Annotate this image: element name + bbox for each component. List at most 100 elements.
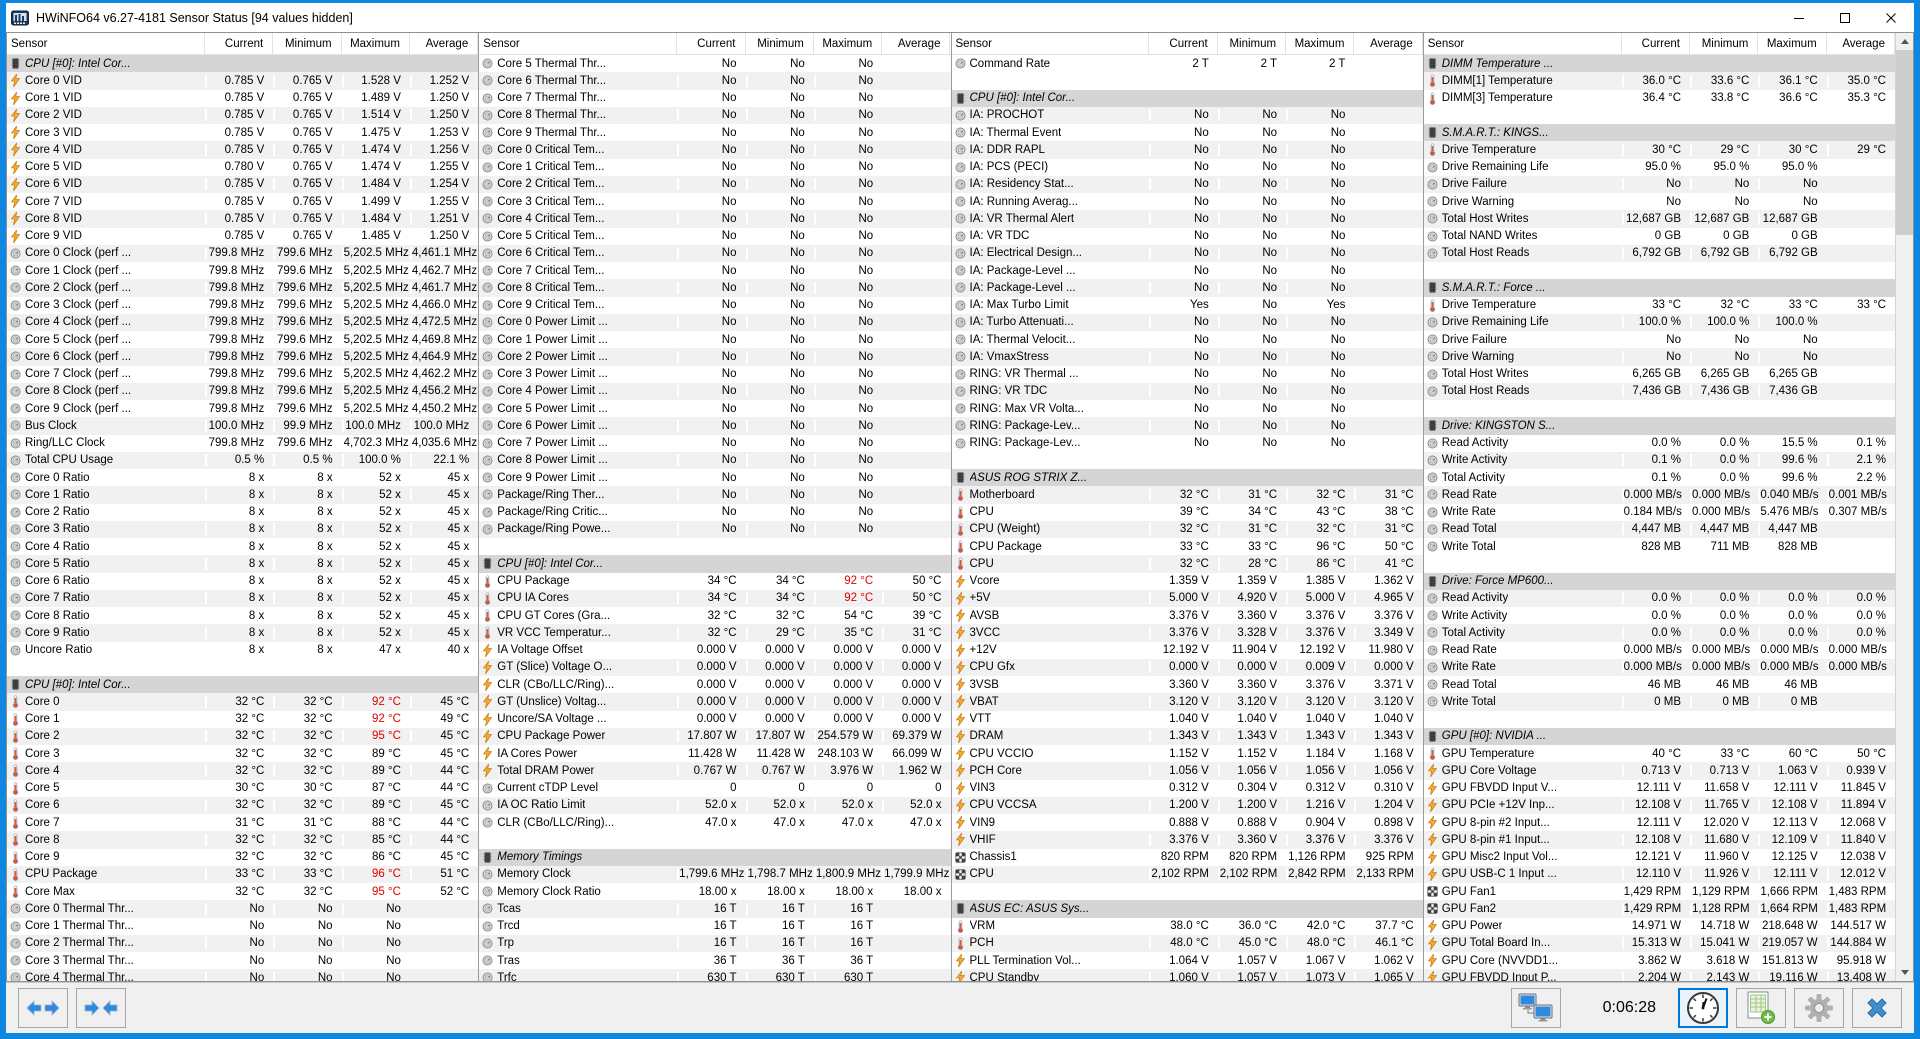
sensor-row[interactable]: VRM 38.0 °C 36.0 °C 42.0 °C 37.7 °C — [952, 918, 1423, 935]
close-button[interactable] — [1868, 3, 1914, 32]
section-row[interactable]: CPU [#0]: Intel Cor... — [7, 676, 479, 694]
sensor-row[interactable]: Write Activity 0.1 % 0.0 % 99.6 % 2.1 % — [1423, 451, 1895, 469]
sensor-row[interactable]: Core 5 Critical Tem... No No No — [479, 228, 950, 245]
sensor-row[interactable]: GPU PCIe +12V Inp... 12.108 V 11.765 V 12.1… — [1423, 796, 1895, 814]
sensor-row[interactable]: CPU Standby 1.060 V 1.057 V 1.073 V 1.065 V — [951, 969, 1423, 981]
sensor-row[interactable]: Total NAND Writes 0 GB 0 GB 0 GB — [1424, 228, 1895, 245]
sensor-row[interactable]: IA: VR Thermal Alert No No No — [951, 210, 1423, 228]
sensor-row[interactable]: IA: Package-Level ... No No No — [951, 279, 1423, 297]
sensor-row[interactable]: IA Cores Power 11.428 W 11.428 W 248.103 W6… — [479, 745, 950, 762]
sensor-row[interactable]: Core 6 Critical Tem... No No No — [479, 244, 951, 262]
sensor-row[interactable]: CPU VCCIO 1.152 V 1.152 V 1.184 V 1.168 V — [952, 745, 1423, 762]
header-minimum[interactable]: Minimum — [273, 33, 342, 54]
vertical-scrollbar[interactable] — [1895, 33, 1913, 981]
sensor-row[interactable]: Read Activity 0.0 % 0.0 % 0.0 % 0.0 % — [1423, 589, 1895, 607]
sensor-row[interactable]: CPU 39 °C 34 °C 43 °C 38 °C — [952, 504, 1423, 521]
sensor-row[interactable]: Core 0 Ratio 8 x8 x 52 x 45 x — [7, 469, 478, 486]
sensor-row[interactable]: Core 2 Ratio 8 x8 x 52 x 45 x — [7, 504, 478, 521]
sensor-row[interactable]: Package/Ring Ther... No No No — [479, 486, 951, 504]
sensor-row[interactable]: Total CPU Usage 0.5 % 0.5 % 100.0 % 22.1 % — [7, 451, 479, 469]
sensor-row[interactable]: Core 3 Ratio 8 x8 x 52 x 45 x — [7, 520, 479, 538]
sensor-row[interactable]: Core 4 Power Limit ... No No No — [479, 382, 951, 400]
sensor-row[interactable]: GPU USB-C 1 Input ... 12.110 V 11.926 V 12.… — [1423, 865, 1895, 883]
section-row[interactable]: Drive: Force MP600... — [1423, 572, 1895, 590]
sensor-row[interactable]: Current cTDP Level 0 0 0 0 — [479, 780, 950, 797]
sensor-row[interactable]: CPU Package 33 °C 33 °C 96 °C 51 °C — [7, 865, 479, 883]
sensor-row[interactable]: IA: Package-Level ... No No No — [952, 262, 1423, 279]
sensor-row[interactable]: IA: Residency Stat... No No No — [951, 175, 1423, 193]
sensor-row[interactable]: Core 5 Clock (perf ... 799.8 MHz 799.6 MHz… — [7, 331, 478, 348]
sensor-row[interactable]: Total Host Reads 6,792 GB 6,792 GB 6,792 GB — [1423, 244, 1895, 262]
sensor-row[interactable]: Core 7 Clock (perf ... 799.8 MHz 799.6 MHz… — [7, 366, 478, 383]
sensor-row[interactable]: Tcas 16 T 16 T 16 T — [479, 900, 951, 918]
sensor-row[interactable]: Write Activity 0.0 % 0.0 % 0.0 % 0.0 % — [1424, 607, 1895, 624]
sensor-row[interactable]: GPU FBVDD Input P... 2.204 W 2.143 W 19.116… — [1423, 969, 1895, 981]
sensor-row[interactable]: IA OC Ratio Limit 52.0 x 52.0 x 52.0 x 52.0 … — [479, 796, 951, 814]
sensor-row[interactable]: Core 2 Clock (perf ... 799.8 MHz 799.6 MHz… — [7, 279, 479, 297]
header-average[interactable]: Average — [410, 33, 479, 54]
scrollbar-up-button[interactable] — [1896, 33, 1913, 50]
sensor-row[interactable]: GT (Unslice) Voltag... 0.000 V 0.000 V 0.00… — [479, 693, 951, 711]
sensor-row[interactable]: IA: VR TDC No No No — [952, 228, 1423, 245]
sensor-row[interactable]: Trp 16 T 16 T 16 T — [479, 934, 951, 952]
sensor-row[interactable]: 3VCC 3.376 V 3.328 V 3.376 V 3.349 V — [951, 624, 1423, 642]
minimize-button[interactable] — [1776, 3, 1822, 32]
sensor-row[interactable]: Total Host Reads 7,436 GB 7,436 GB 7,436 GB — [1423, 382, 1895, 400]
sensor-row[interactable]: +5V 5.000 V 4.920 V 5.000 V 4.965 V — [951, 589, 1423, 607]
sensor-row[interactable]: Core 1 32 °C 32 °C 92 °C 49 °C — [7, 711, 478, 728]
collapse-columns-button[interactable] — [76, 988, 126, 1028]
sensor-row[interactable]: Core 3 Critical Tem... No No No — [479, 193, 950, 210]
header-current[interactable]: Current — [1149, 33, 1218, 54]
sensor-row[interactable]: PCH 48.0 °C 45.0 °C 48.0 °C 46.1 °C — [951, 934, 1423, 952]
sensor-row[interactable]: Core 4 Clock (perf ... 799.8 MHz 799.6 MHz… — [7, 313, 479, 331]
sensor-row[interactable]: Write Total 828 MB 711 MB 828 MB — [1424, 538, 1895, 555]
section-row[interactable]: ASUS EC: ASUS Sys... — [951, 900, 1423, 918]
scrollbar-track[interactable] — [1896, 235, 1913, 964]
sensor-row[interactable]: Core 1 VID 0.785 V 0.765 V 1.489 V 1.250 V — [7, 90, 478, 107]
maximize-button[interactable] — [1822, 3, 1868, 32]
section-row[interactable]: S.M.A.R.T.: KINGS... — [1423, 124, 1895, 142]
close-sensors-button[interactable] — [1852, 988, 1902, 1028]
sensor-row[interactable]: Core 9 Ratio 8 x8 x 52 x 45 x — [7, 624, 479, 642]
sensor-row[interactable]: IA: PCS (PECI) No No No — [952, 159, 1423, 176]
section-row[interactable]: GPU [#0]: NVIDIA ... — [1423, 727, 1895, 745]
sensor-row[interactable]: CLR (CBo/LLC/Ring)... 47.0 x 47.0 x 47.0 x4… — [479, 814, 950, 831]
header-current[interactable]: Current — [205, 33, 274, 54]
sensor-row[interactable]: GPU Core (NVVDD1... 3.862 W 3.618 W 151.813… — [1424, 952, 1895, 969]
sensor-row[interactable]: GPU FBVDD Input V... 12.111 V 11.658 V 12.1… — [1424, 780, 1895, 797]
sensor-row[interactable]: Core 3 Power Limit ... No No No — [479, 366, 950, 383]
section-row[interactable]: Drive: KINGSTON S... — [1423, 417, 1895, 435]
sensor-row[interactable]: Core 4 Critical Tem... No No No — [479, 210, 951, 228]
sensor-row[interactable]: CPU GT Cores (Gra... 32 °C 32 °C 54 °C 39 °C — [479, 607, 950, 624]
sensor-row[interactable]: DIMM[1] Temperature 36.0 °C 33.6 °C 36.1 °C… — [1423, 72, 1895, 90]
sensor-row[interactable]: Core 7 Critical Tem... No No No — [479, 262, 950, 279]
sensor-row[interactable]: Core 1 Clock (perf ... 799.8 MHz 799.6 MHz… — [7, 262, 478, 279]
sensor-row[interactable]: Core 9 32 °C 32 °C 86 °C 45 °C — [7, 849, 478, 866]
sensor-row[interactable]: Core 9 Power Limit ... No No No — [479, 469, 950, 486]
header-maximum[interactable]: Maximum — [1758, 33, 1827, 54]
sensor-row[interactable]: IA: Turbo Attenuati... No No No — [951, 313, 1423, 331]
sensor-row[interactable]: GPU 8-pin #2 Input... 12.111 V 12.020 V 12.… — [1424, 814, 1895, 831]
sensor-row[interactable]: Total Host Writes 12,687 GB 12,687 GB 12,68… — [1423, 210, 1895, 228]
sensor-row[interactable]: Core 5 Ratio 8 x8 x 52 x 45 x — [7, 555, 479, 573]
sensor-row[interactable]: Drive Temperature 33 °C 32 °C 33 °C 33 °C — [1424, 297, 1895, 314]
sensor-row[interactable]: VR VCC Temperatur... 32 °C 29 °C 35 °C 31 °C — [479, 624, 951, 642]
header-current[interactable]: Current — [1622, 33, 1690, 54]
sensor-row[interactable]: Total DRAM Power 0.767 W 0.767 W 3.976 W 1.9… — [479, 762, 951, 780]
sensor-row[interactable]: Drive Failure No No No — [1423, 175, 1895, 193]
sensor-row[interactable]: Read Rate 0.000 MB/s 0.000 MB/s 0.040 MB/s 0… — [1423, 486, 1895, 504]
sensor-row[interactable]: Core 4 Thermal Thr... No No No — [7, 969, 479, 981]
sensor-row[interactable]: IA: Thermal Velocit... No No No — [952, 331, 1423, 348]
sensor-row[interactable]: Core 0 Clock (perf ... 799.8 MHz 799.6 MHz… — [7, 244, 479, 262]
sensor-row[interactable]: Core 6 32 °C 32 °C 89 °C 45 °C — [7, 796, 479, 814]
sensor-row[interactable]: Core 8 32 °C 32 °C 85 °C 44 °C — [7, 831, 479, 849]
sensor-row[interactable]: GT (Slice) Voltage O... 0.000 V 0.000 V 0.0… — [479, 658, 951, 676]
sensor-row[interactable]: Chassis1 820 RPM 820 RPM 1,126 RPM 925 RPM — [952, 849, 1423, 866]
sensor-row[interactable]: CPU Package 34 °C 34 °C 92 °C 50 °C — [479, 573, 950, 590]
report-button[interactable] — [1736, 988, 1786, 1028]
sensor-row[interactable]: Core 7 VID 0.785 V 0.765 V 1.499 V 1.255 V — [7, 193, 478, 210]
sensor-row[interactable]: Core 2 Power Limit ... No No No — [479, 348, 951, 366]
sensor-row[interactable]: Core 3 32 °C 32 °C 89 °C 45 °C — [7, 745, 478, 762]
sensor-row[interactable]: Core 9 Critical Tem... No No No — [479, 297, 950, 314]
sensor-row[interactable]: Command Rate 2 T2 T2 T — [952, 55, 1423, 72]
